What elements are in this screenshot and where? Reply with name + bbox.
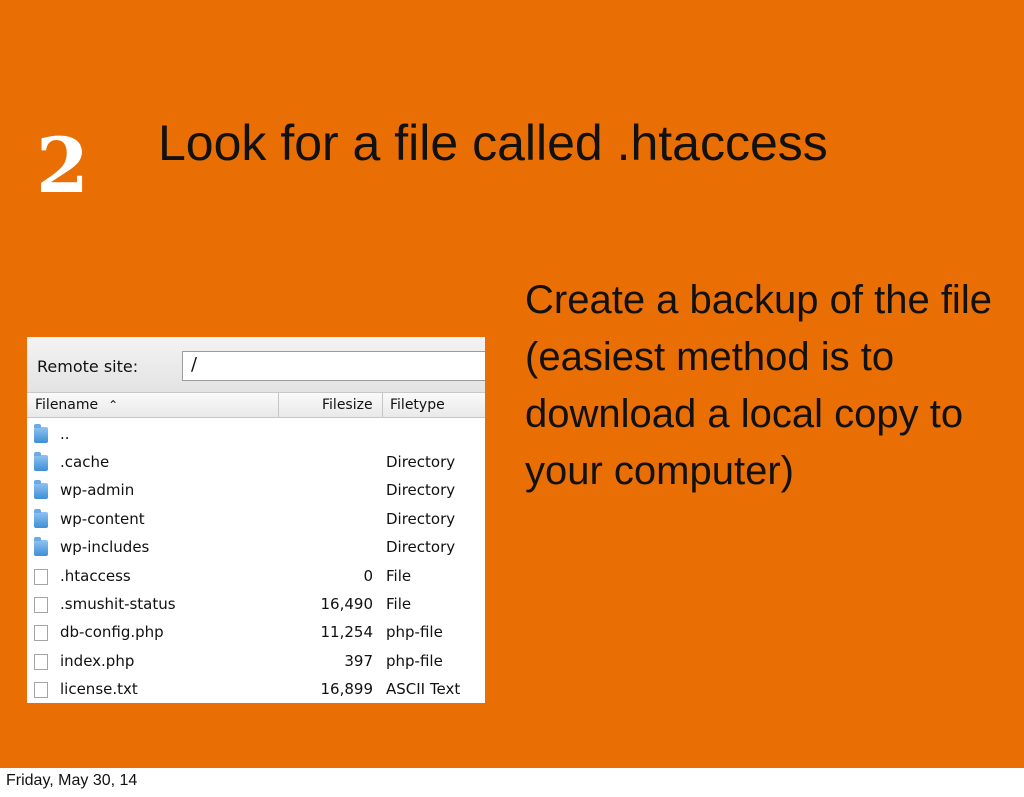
column-header-filesize[interactable]: Filesize xyxy=(322,397,373,413)
file-name: db-config.php xyxy=(60,623,164,641)
column-header-filename-label: Filename xyxy=(35,397,99,413)
file-type: Directory xyxy=(386,453,456,471)
file-size: 397 xyxy=(344,652,373,670)
file-row[interactable]: .. xyxy=(27,420,485,448)
file-row[interactable]: db-config.php 11,254 php-file xyxy=(27,618,485,646)
file-row[interactable]: license.txt 16,899 ASCII Text xyxy=(27,675,485,703)
file-size: 0 xyxy=(363,567,373,585)
file-type: File xyxy=(386,595,412,613)
file-row[interactable]: wp-content Directory xyxy=(27,505,485,533)
file-row[interactable]: .htaccess 0 File xyxy=(27,562,485,590)
step-number: 2 xyxy=(36,121,89,210)
remote-site-bar: Remote site: / xyxy=(27,337,485,393)
file-row[interactable]: index.php 397 php-file xyxy=(27,647,485,675)
file-icon xyxy=(34,625,48,641)
file-row[interactable]: .smushit-status 16,490 File xyxy=(27,590,485,618)
file-name: index.php xyxy=(60,652,135,670)
remote-site-input[interactable]: / xyxy=(182,351,485,381)
file-name: wp-content xyxy=(60,510,145,528)
file-icon xyxy=(34,682,48,698)
chevron-up-icon: ⌃ xyxy=(108,398,119,412)
folder-icon xyxy=(34,537,48,556)
file-list-header: Filename ⌃ Filesize Filetype xyxy=(27,393,485,418)
file-row[interactable]: wp-includes Directory xyxy=(27,533,485,561)
file-name: .htaccess xyxy=(60,567,131,585)
file-icon xyxy=(34,597,48,613)
file-row[interactable]: .cache Directory xyxy=(27,448,485,476)
file-name: wp-includes xyxy=(60,538,150,556)
file-icon xyxy=(34,569,48,585)
file-type: File xyxy=(386,567,412,585)
file-icon xyxy=(34,654,48,670)
column-header-filetype[interactable]: Filetype xyxy=(390,397,445,413)
file-size: 16,899 xyxy=(320,680,374,698)
ftp-remote-panel: Remote site: / Filename ⌃ Filesize Filety… xyxy=(27,337,485,703)
column-header-filename[interactable]: Filename ⌃ xyxy=(35,397,118,413)
remote-site-label: Remote site: xyxy=(37,357,139,376)
footer-date: Friday, May 30, 14 xyxy=(6,772,138,789)
file-type: Directory xyxy=(386,481,456,499)
file-type: ASCII Text xyxy=(386,680,461,698)
file-name: license.txt xyxy=(60,680,138,698)
slide-background: 2 Look for a file called .htaccess Creat… xyxy=(0,0,1024,768)
file-type: Directory xyxy=(386,510,456,528)
instructions-text: Create a backup of the file (easiest met… xyxy=(525,278,992,493)
file-row[interactable]: wp-admin Directory xyxy=(27,476,485,504)
folder-icon xyxy=(34,509,48,528)
folder-icon xyxy=(34,452,48,471)
column-divider[interactable] xyxy=(382,393,383,417)
file-name: .smushit-status xyxy=(60,595,176,613)
file-name: .cache xyxy=(60,453,110,471)
file-name: wp-admin xyxy=(60,481,135,499)
file-type: php-file xyxy=(386,623,443,641)
column-divider[interactable] xyxy=(278,393,279,417)
file-type: php-file xyxy=(386,652,443,670)
folder-icon xyxy=(34,424,48,443)
file-size: 16,490 xyxy=(320,595,374,613)
file-name: .. xyxy=(60,425,70,443)
folder-icon xyxy=(34,480,48,499)
file-type: Directory xyxy=(386,538,456,556)
slide-title: Look for a file called .htaccess xyxy=(158,115,828,171)
file-size: 11,254 xyxy=(320,623,374,641)
